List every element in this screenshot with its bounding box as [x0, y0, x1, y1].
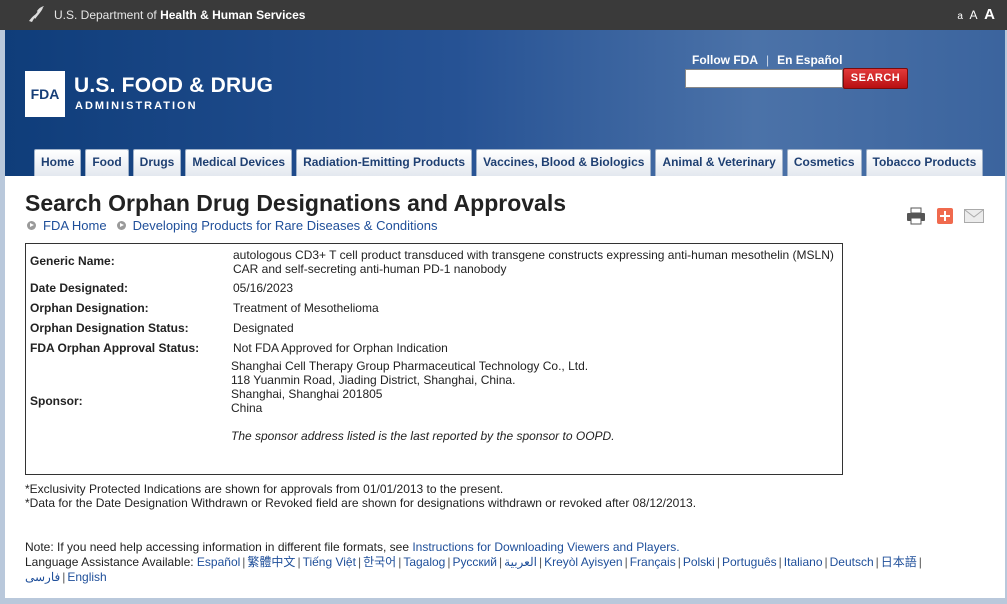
- file-format-note: Note: If you need help accessing informa…: [25, 540, 995, 555]
- designation-status-label: Orphan Designation Status:: [30, 321, 189, 335]
- breadcrumb-arrow-icon: [27, 221, 36, 230]
- nav-tab-medical-devices[interactable]: Medical Devices: [185, 149, 293, 176]
- text-size-controls: a A A: [954, 6, 995, 23]
- text-size-large[interactable]: A: [984, 6, 995, 23]
- help-section: Note: If you need help accessing informa…: [25, 540, 995, 585]
- orphan-designation-label: Orphan Designation:: [30, 301, 149, 315]
- sponsor-note: The sponsor address listed is the last r…: [231, 429, 615, 443]
- lang-link-french[interactable]: Français: [630, 555, 676, 569]
- search-input[interactable]: [685, 69, 843, 88]
- hhs-top-bar: U.S. Department of Health & Human Servic…: [0, 0, 1007, 30]
- language-assistance-label: Language Assistance Available:: [25, 555, 194, 569]
- sponsor-line-3: Shanghai, Shanghai 201805: [231, 387, 383, 401]
- breadcrumb: FDA Home Developing Products for Rare Di…: [27, 218, 448, 233]
- generic-name-line-1: autologous CD3+ T cell product transduce…: [233, 248, 834, 262]
- nav-tab-animal-veterinary[interactable]: Animal & Veterinary: [655, 149, 783, 176]
- approval-status-label: FDA Orphan Approval Status:: [30, 341, 200, 355]
- footnote-exclusivity: *Exclusivity Protected Indications are s…: [25, 482, 504, 496]
- print-icon[interactable]: [906, 207, 926, 225]
- header-links: Follow FDA | En Español: [692, 53, 842, 67]
- lang-link-vietnamese[interactable]: Tiếng Việt: [303, 555, 356, 569]
- language-assistance: Language Assistance Available: Español | 繁…: [25, 555, 922, 584]
- date-designated-value: 05/16/2023: [233, 281, 294, 295]
- generic-name-label: Generic Name:: [30, 254, 115, 268]
- breadcrumb-arrow-icon: [116, 221, 126, 230]
- breadcrumb-fda-home[interactable]: FDA Home: [43, 218, 107, 233]
- lang-link-english[interactable]: English: [67, 570, 106, 584]
- espanol-link[interactable]: En Español: [777, 53, 842, 67]
- date-designated-label: Date Designated:: [30, 281, 129, 295]
- lang-link-japanese[interactable]: 日本語: [881, 555, 917, 569]
- footnote-withdrawn: *Data for the Date Designation Withdrawn…: [25, 496, 697, 510]
- lang-link-russian[interactable]: Русский: [452, 555, 497, 569]
- follow-fda-link[interactable]: Follow FDA: [692, 53, 758, 67]
- nav-tab-home[interactable]: Home: [34, 149, 82, 176]
- header-link-separator: |: [766, 53, 770, 67]
- lang-link-chinese[interactable]: 繁體中文: [247, 555, 295, 569]
- orphan-designation-value: Treatment of Mesothelioma: [233, 301, 379, 315]
- share-plus-icon[interactable]: [935, 207, 955, 225]
- main-content: Search Orphan Drug Designations and Appr…: [5, 176, 1005, 598]
- nav-tab-cosmetics[interactable]: Cosmetics: [786, 149, 862, 176]
- lang-link-portuguese[interactable]: Português: [722, 555, 777, 569]
- lang-link-korean[interactable]: 한국어: [363, 555, 396, 569]
- designation-status-value: Designated: [233, 321, 294, 335]
- lang-link-farsi[interactable]: فارسی: [25, 570, 60, 584]
- lang-link-tagalog[interactable]: Tagalog: [403, 555, 445, 569]
- nav-tab-vaccines-blood-biologics[interactable]: Vaccines, Blood & Biologics: [476, 149, 652, 176]
- main-nav: Home Food Drugs Medical Devices Radiatio…: [34, 149, 987, 176]
- designation-details-table: Generic Name: autologous CD3+ T cell pro…: [25, 243, 843, 475]
- hhs-link[interactable]: U.S. Department of Health & Human Servic…: [54, 8, 305, 22]
- breadcrumb-rare-diseases[interactable]: Developing Products for Rare Diseases & …: [133, 218, 438, 233]
- nav-tab-tobacco-products[interactable]: Tobacco Products: [865, 149, 984, 176]
- sponsor-line-1: Shanghai Cell Therapy Group Pharmaceutic…: [231, 359, 589, 373]
- lang-link-haitian-creole[interactable]: Kreyòl Ayisyen: [544, 555, 623, 569]
- search-button[interactable]: SEARCH: [843, 68, 908, 89]
- nav-tab-food[interactable]: Food: [85, 149, 129, 176]
- footnotes: *Exclusivity Protected Indications are s…: [25, 482, 696, 510]
- agency-subtitle: ADMINISTRATION: [75, 100, 198, 112]
- text-size-medium[interactable]: A: [970, 8, 978, 22]
- nav-tab-radiation-emitting-products[interactable]: Radiation-Emitting Products: [296, 149, 473, 176]
- lang-link-espanol[interactable]: Español: [197, 555, 240, 569]
- viewers-players-link[interactable]: Instructions for Downloading Viewers and…: [412, 540, 679, 554]
- lang-link-arabic[interactable]: العربية: [504, 555, 537, 569]
- approval-status-value: Not FDA Approved for Orphan Indication: [233, 341, 448, 355]
- lang-link-german[interactable]: Deutsch: [830, 555, 874, 569]
- file-format-note-text: Note: If you need help accessing informa…: [25, 540, 409, 554]
- page-tools: [906, 207, 993, 225]
- sponsor-line-4: China: [231, 401, 263, 415]
- hhs-prefix: U.S. Department of: [54, 8, 157, 22]
- hhs-strong: Health & Human Services: [160, 8, 306, 22]
- generic-name-line-2: CAR and self-secreting anti-human PD-1 n…: [233, 262, 507, 276]
- fda-logo[interactable]: FDA: [25, 71, 65, 117]
- nav-tab-drugs[interactable]: Drugs: [132, 149, 182, 176]
- hhs-eagle-icon[interactable]: [26, 5, 46, 25]
- lang-link-italian[interactable]: Italiano: [784, 555, 823, 569]
- sponsor-label: Sponsor:: [30, 394, 83, 408]
- email-icon[interactable]: [964, 207, 984, 225]
- sponsor-line-2: 118 Yuanmin Road, Jiading District, Shan…: [231, 373, 516, 387]
- site-header: FDA U.S. FOOD & DRUG ADMINISTRATION Foll…: [5, 30, 1005, 176]
- agency-name[interactable]: U.S. FOOD & DRUG: [74, 74, 273, 98]
- generic-name-value: autologous CD3+ T cell product transduce…: [233, 248, 838, 276]
- text-size-small[interactable]: a: [957, 11, 963, 22]
- lang-link-polish[interactable]: Polski: [683, 555, 715, 569]
- page-title: Search Orphan Drug Designations and Appr…: [25, 190, 567, 216]
- sponsor-value: Shanghai Cell Therapy Group Pharmaceutic…: [231, 359, 836, 443]
